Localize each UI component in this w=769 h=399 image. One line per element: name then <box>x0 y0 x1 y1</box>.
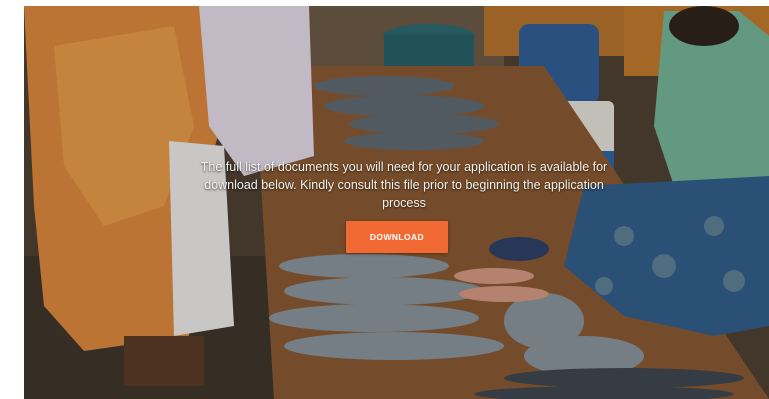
download-instructions-text: The full list of documents you will need… <box>200 160 608 210</box>
hero-banner: The full list of documents you will need… <box>24 6 769 399</box>
download-button[interactable]: DOWNLOAD <box>346 221 448 253</box>
